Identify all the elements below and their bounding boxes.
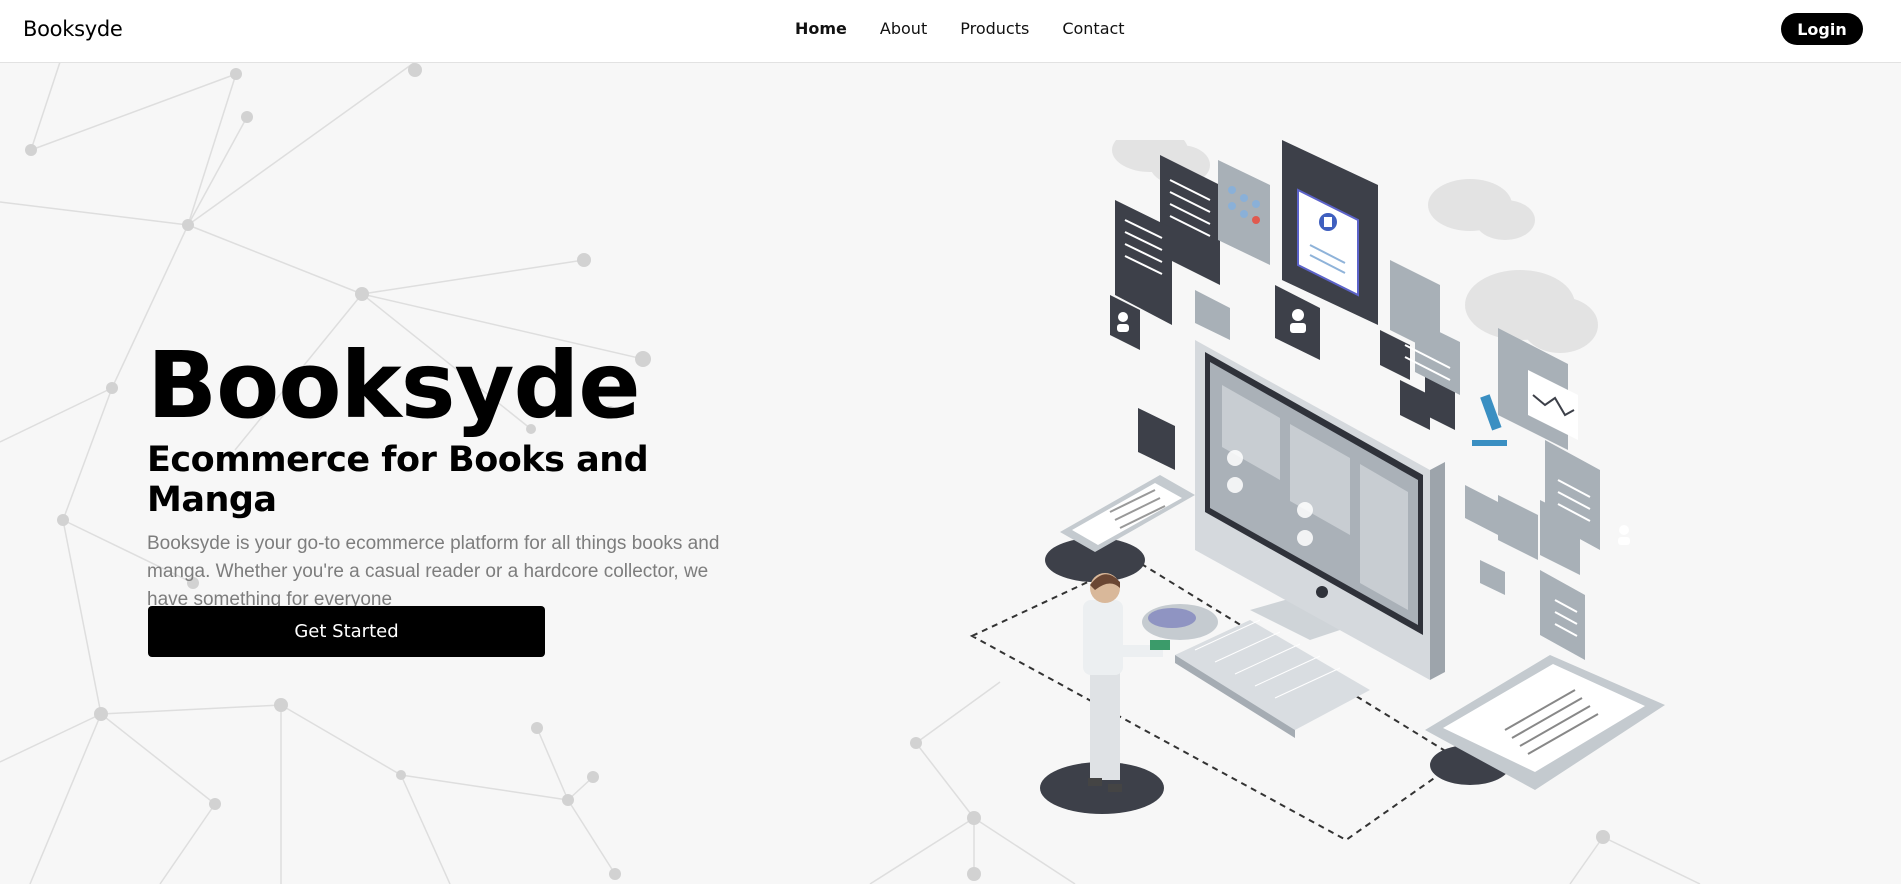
hero-section: Booksyde Ecommerce for Books and Manga B… — [147, 340, 767, 614]
hero-description: Booksyde is your go-to ecommerce platfor… — [147, 533, 720, 610]
main-nav: Home About Products Contact — [795, 19, 1158, 38]
get-started-button[interactable]: Get Started — [148, 606, 545, 657]
hero-title: Booksyde — [147, 332, 641, 439]
login-button[interactable]: Login — [1781, 13, 1863, 45]
nav-home[interactable]: Home — [795, 19, 847, 38]
top-navbar: Booksyde Home About Products Contact Log… — [0, 0, 1901, 63]
nav-products[interactable]: Products — [960, 19, 1029, 38]
nav-about[interactable]: About — [880, 19, 927, 38]
tablet-right — [1425, 655, 1665, 790]
hero-subtitle: Ecommerce for Books and Manga — [147, 440, 649, 520]
brand-logo[interactable]: Booksyde — [23, 17, 123, 41]
person-figure — [1040, 573, 1170, 814]
hero-illustration — [969, 140, 1665, 840]
tablet-left — [1045, 475, 1195, 582]
nav-contact[interactable]: Contact — [1062, 19, 1124, 38]
